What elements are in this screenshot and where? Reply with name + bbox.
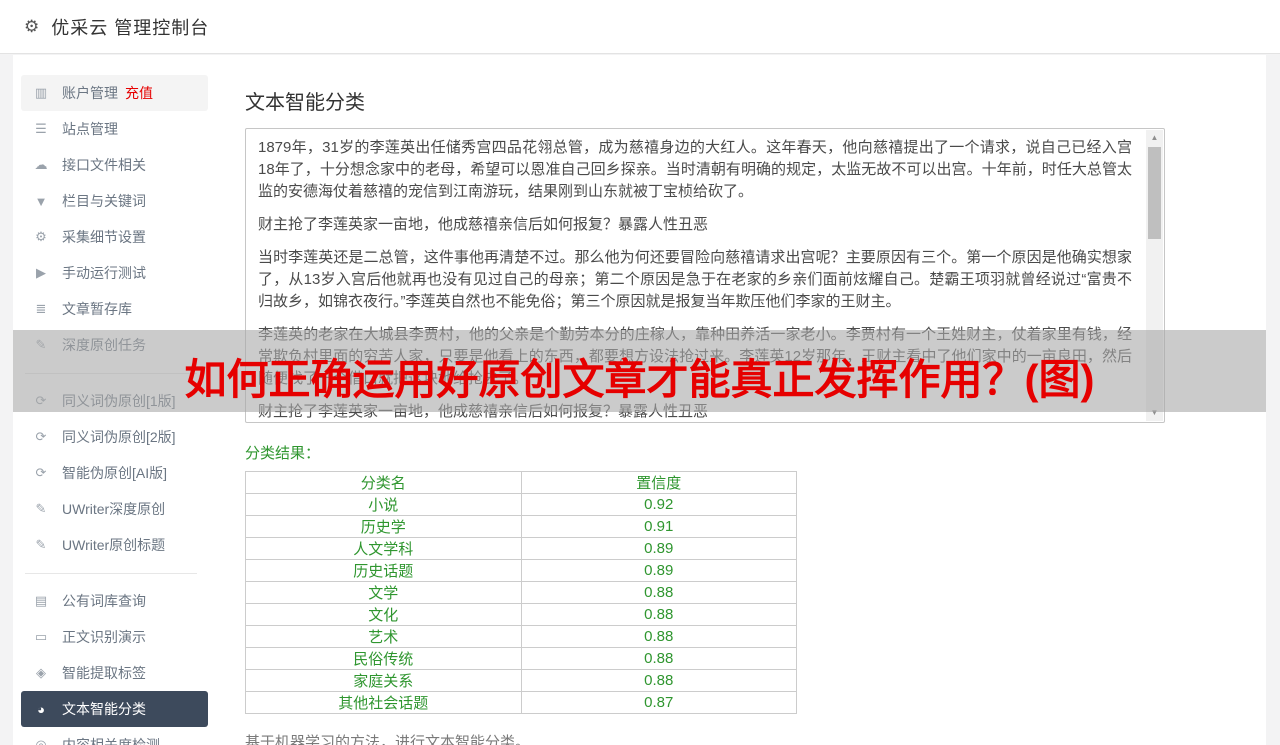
sidebar-item-body-recognition[interactable]: ▭ 正文识别演示 <box>21 619 208 655</box>
recharge-link[interactable]: 充值 <box>125 83 153 103</box>
list-icon: ☰ <box>32 121 50 137</box>
refresh-icon: ⟳ <box>32 429 50 445</box>
sidebar-item-label: 栏目与关键词 <box>62 191 146 211</box>
edit-icon: ✎ <box>32 537 50 553</box>
relevance-icon: ◎ <box>32 737 50 745</box>
edit-icon: ✎ <box>32 501 50 517</box>
confidence-cell: 0.92 <box>521 494 797 516</box>
app-header: ⚙ 优采云 管理控制台 <box>0 0 1280 54</box>
confidence-cell: 0.88 <box>521 648 797 670</box>
table-row: 文学 0.88 <box>246 582 797 604</box>
table-row: 历史学 0.91 <box>246 516 797 538</box>
sidebar-item-columns-keywords[interactable]: ▼ 栏目与关键词 <box>21 183 208 219</box>
table-row: 艺术 0.88 <box>246 626 797 648</box>
sidebar-item-label: 采集细节设置 <box>62 227 146 247</box>
sidebar-item-relevance-check[interactable]: ◎ 内容相关度检测 <box>21 727 208 745</box>
sidebar-item-label: 智能伪原创[AI版] <box>62 463 167 483</box>
sidebar-item-label: UWriter深度原创 <box>62 499 165 519</box>
sidebar-item-article-store[interactable]: ≣ 文章暂存库 <box>21 291 208 327</box>
article-paragraph: 1879年，31岁的李莲英出任储秀宫四品花翎总管，成为慈禧身边的大红人。这年春天… <box>258 137 1132 203</box>
refresh-icon: ⟳ <box>32 465 50 481</box>
category-cell: 历史话题 <box>246 560 522 582</box>
confidence-cell: 0.89 <box>521 560 797 582</box>
tag-icon: ◈ <box>32 665 50 681</box>
app-title: 优采云 管理控制台 <box>51 14 209 40</box>
sidebar-item-interface-files[interactable]: ☁ 接口文件相关 <box>21 147 208 183</box>
confidence-cell: 0.89 <box>521 538 797 560</box>
table-row: 历史话题 0.89 <box>246 560 797 582</box>
gear-icon: ⚙ <box>24 17 39 37</box>
footnote-text: 基于机器学习的方法，进行文本智能分类。 <box>245 731 1266 745</box>
column-header-name: 分类名 <box>246 472 522 494</box>
play-icon: ▶ <box>32 265 50 281</box>
page-title: 文本智能分类 <box>245 86 1266 115</box>
category-cell: 其他社会话题 <box>246 692 522 714</box>
category-cell: 历史学 <box>246 516 522 538</box>
monitor-icon: ▭ <box>32 629 50 645</box>
sidebar-divider <box>25 573 197 574</box>
table-row: 人文学科 0.89 <box>246 538 797 560</box>
sidebar-item-synonym-v2[interactable]: ⟳ 同义词伪原创[2版] <box>21 419 208 455</box>
category-cell: 艺术 <box>246 626 522 648</box>
confidence-cell: 0.88 <box>521 582 797 604</box>
sidebar-item-ai-rewrite[interactable]: ⟳ 智能伪原创[AI版] <box>21 455 208 491</box>
bar-chart-icon: ▥ <box>32 85 50 101</box>
sidebar-item-tag-extract[interactable]: ◈ 智能提取标签 <box>21 655 208 691</box>
confidence-cell: 0.91 <box>521 516 797 538</box>
category-cell: 文学 <box>246 582 522 604</box>
sidebar-item-label: 接口文件相关 <box>62 155 146 175</box>
table-row: 家庭关系 0.88 <box>246 670 797 692</box>
sidebar-item-sites[interactable]: ☰ 站点管理 <box>21 111 208 147</box>
sidebar-item-uwriter-title[interactable]: ✎ UWriter原创标题 <box>21 527 208 563</box>
article-paragraph: 当时李莲英还是二总管，这件事他再清楚不过。那么他为何还要冒险向慈禧请求出宫呢？主… <box>258 247 1132 313</box>
sidebar-item-label: 文章暂存库 <box>62 299 132 319</box>
sidebar-item-collect-settings[interactable]: ⚙ 采集细节设置 <box>21 219 208 255</box>
confidence-cell: 0.88 <box>521 604 797 626</box>
category-cell: 小说 <box>246 494 522 516</box>
sidebar-item-label: UWriter原创标题 <box>62 535 165 555</box>
sidebar-item-label: 手动运行测试 <box>62 263 146 283</box>
sidebar-item-manual-run[interactable]: ▶ 手动运行测试 <box>21 255 208 291</box>
category-cell: 人文学科 <box>246 538 522 560</box>
classification-table: 分类名 置信度 小说 0.92 历史学 0.91 人文学科 0.89 历史话题 … <box>245 471 797 714</box>
scroll-up-icon[interactable]: ▲ <box>1146 130 1163 146</box>
watermark-text: 如何正确运用好原创文章才能真正发挥作用？(图) <box>185 346 1095 407</box>
category-cell: 文化 <box>246 604 522 626</box>
sidebar-item-label: 文本智能分类 <box>62 699 146 719</box>
category-cell: 民俗传统 <box>246 648 522 670</box>
confidence-cell: 0.88 <box>521 670 797 692</box>
sidebar-item-uwriter-deep[interactable]: ✎ UWriter深度原创 <box>21 491 208 527</box>
confidence-cell: 0.88 <box>521 626 797 648</box>
database-icon: ≣ <box>32 301 50 317</box>
sidebar-item-label: 站点管理 <box>62 119 118 139</box>
book-icon: ▤ <box>32 593 50 609</box>
cloud-upload-icon: ☁ <box>32 157 50 173</box>
sidebar-item-label: 同义词伪原创[2版] <box>62 427 176 447</box>
pie-chart-icon: ◕ <box>32 702 50 717</box>
sidebar-item-label: 智能提取标签 <box>62 663 146 683</box>
table-row: 其他社会话题 0.87 <box>246 692 797 714</box>
gears-icon: ⚙ <box>32 229 50 245</box>
sidebar-item-label: 正文识别演示 <box>62 627 146 647</box>
watermark-band: 如何正确运用好原创文章才能真正发挥作用？(图) <box>13 330 1266 412</box>
table-row: 小说 0.92 <box>246 494 797 516</box>
table-row: 文化 0.88 <box>246 604 797 626</box>
table-header-row: 分类名 置信度 <box>246 472 797 494</box>
sidebar-item-account[interactable]: ▥ 账户管理 充值 <box>21 75 208 111</box>
sidebar-item-label: 公有词库查询 <box>62 591 146 611</box>
table-row: 民俗传统 0.88 <box>246 648 797 670</box>
sidebar-item-text-classification[interactable]: ◕ 文本智能分类 <box>21 691 208 727</box>
category-cell: 家庭关系 <box>246 670 522 692</box>
confidence-cell: 0.87 <box>521 692 797 714</box>
article-paragraph: 财主抢了李莲英家一亩地，他成慈禧亲信后如何报复？暴露人性丑恶 <box>258 214 1132 236</box>
sidebar-item-label: 内容相关度检测 <box>62 735 160 745</box>
sidebar-item-label: 账户管理 <box>62 83 118 103</box>
filter-icon: ▼ <box>32 194 50 209</box>
sidebar-item-public-lexicon[interactable]: ▤ 公有词库查询 <box>21 583 208 619</box>
column-header-score: 置信度 <box>521 472 797 494</box>
result-label: 分类结果： <box>245 442 1266 463</box>
scrollbar-thumb[interactable] <box>1148 147 1161 239</box>
